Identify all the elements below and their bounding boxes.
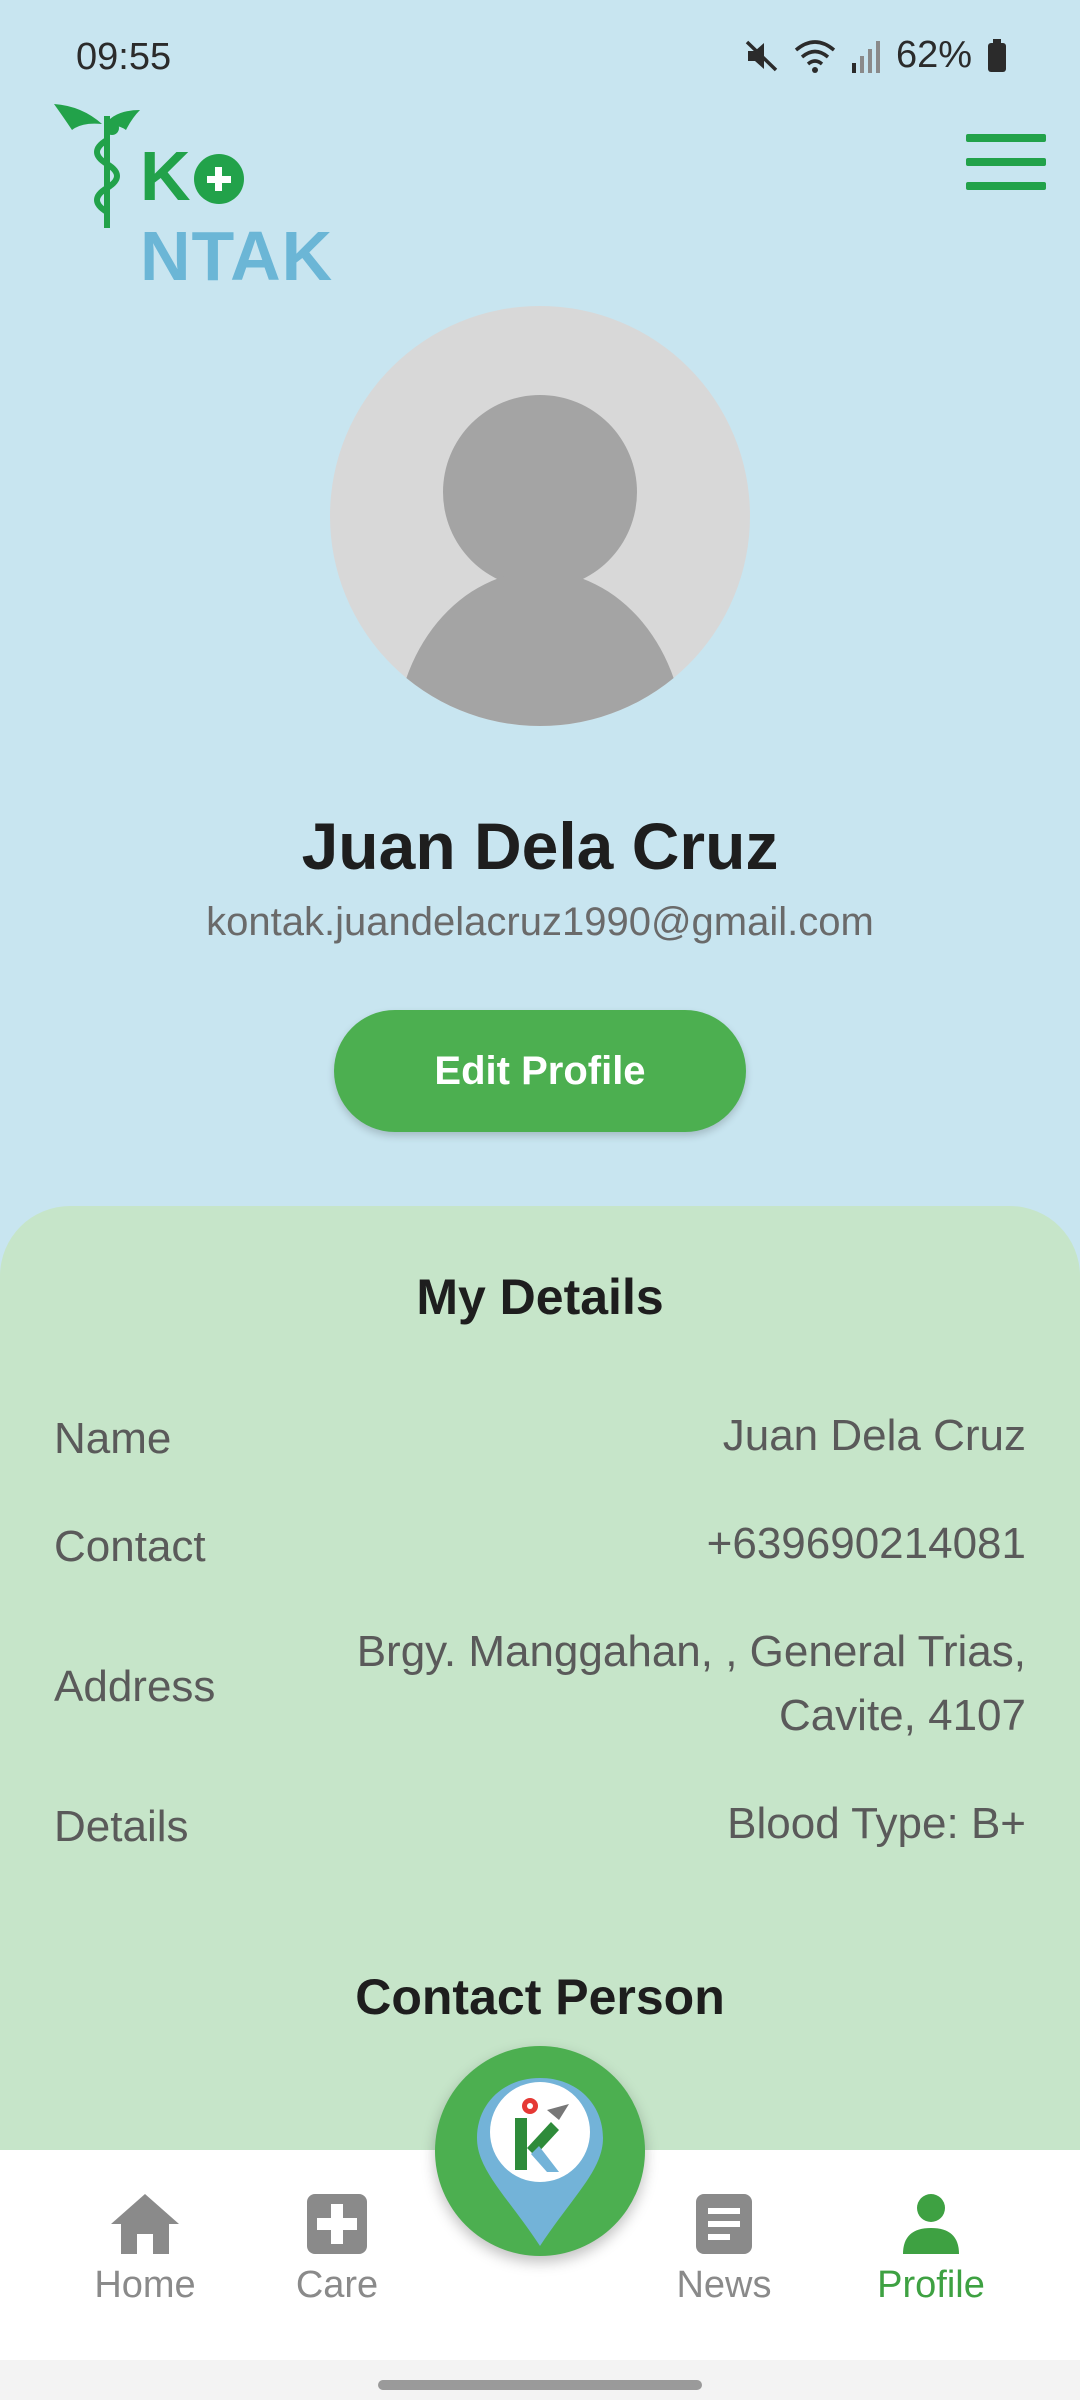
detail-label-contact: Contact <box>54 1522 206 1571</box>
center-fab-button[interactable] <box>435 2046 645 2256</box>
logo-letter-k: K <box>140 137 192 215</box>
detail-value-name: Juan Dela Cruz <box>722 1411 1026 1460</box>
detail-label-name: Name <box>54 1414 172 1463</box>
nav-item-profile[interactable]: Profile <box>846 2192 1016 2307</box>
medical-cross-icon <box>307 2194 367 2254</box>
status-icons: 62% <box>744 34 1008 77</box>
detail-value-details: Blood Type: B+ <box>727 1799 1026 1848</box>
nav-item-care[interactable]: Care <box>252 2192 422 2307</box>
nav-item-news[interactable]: News <box>639 2192 809 2307</box>
gesture-bar-area <box>0 2360 1080 2400</box>
battery-percentage: 62% <box>895 34 972 76</box>
status-time: 09:55 <box>76 36 172 78</box>
nav-label-care: Care <box>295 2264 379 2306</box>
detail-label-details: Details <box>54 1802 189 1851</box>
default-avatar-icon <box>395 395 685 726</box>
nav-label-profile: Profile <box>877 2264 985 2306</box>
nav-label-news: News <box>676 2264 772 2306</box>
battery-icon <box>988 38 1006 72</box>
profile-email: kontak.juandelacruz1990@gmail.com <box>206 900 874 944</box>
kontak-logo: K NTAK <box>52 100 372 295</box>
hamburger-menu-icon[interactable] <box>966 134 1046 190</box>
caduceus-icon <box>54 104 140 228</box>
home-gesture-bar[interactable] <box>378 2380 702 2390</box>
home-icon <box>111 2194 179 2254</box>
profile-name: Juan Dela Cruz <box>301 809 779 883</box>
person-icon <box>903 2194 959 2254</box>
kontak-location-pin-icon <box>477 2078 603 2246</box>
my-details-title: My Details <box>416 1269 664 1325</box>
detail-value-address: Brgy. Manggahan, , General Trias, Cavite… <box>357 1620 1026 1748</box>
logo-o-cross <box>193 154 244 204</box>
detail-label-address: Address <box>54 1662 216 1711</box>
address-line-2: Cavite, 4107 <box>778 1691 1026 1740</box>
detail-value-contact: +639690214081 <box>706 1519 1026 1568</box>
nav-label-home: Home <box>94 2264 196 2306</box>
logo-letters-ntak: NTAK <box>140 217 334 295</box>
avatar <box>330 306 750 726</box>
news-icon <box>696 2194 752 2254</box>
address-line-1: Brgy. Manggahan, , General Trias, <box>356 1627 1026 1676</box>
signal-icon <box>851 40 880 73</box>
wifi-icon <box>794 39 836 73</box>
contact-person-title: Contact Person <box>355 1969 725 2025</box>
nav-item-home[interactable]: Home <box>60 2192 230 2307</box>
mute-icon <box>745 40 778 71</box>
edit-profile-button[interactable]: Edit Profile <box>334 1010 746 1132</box>
